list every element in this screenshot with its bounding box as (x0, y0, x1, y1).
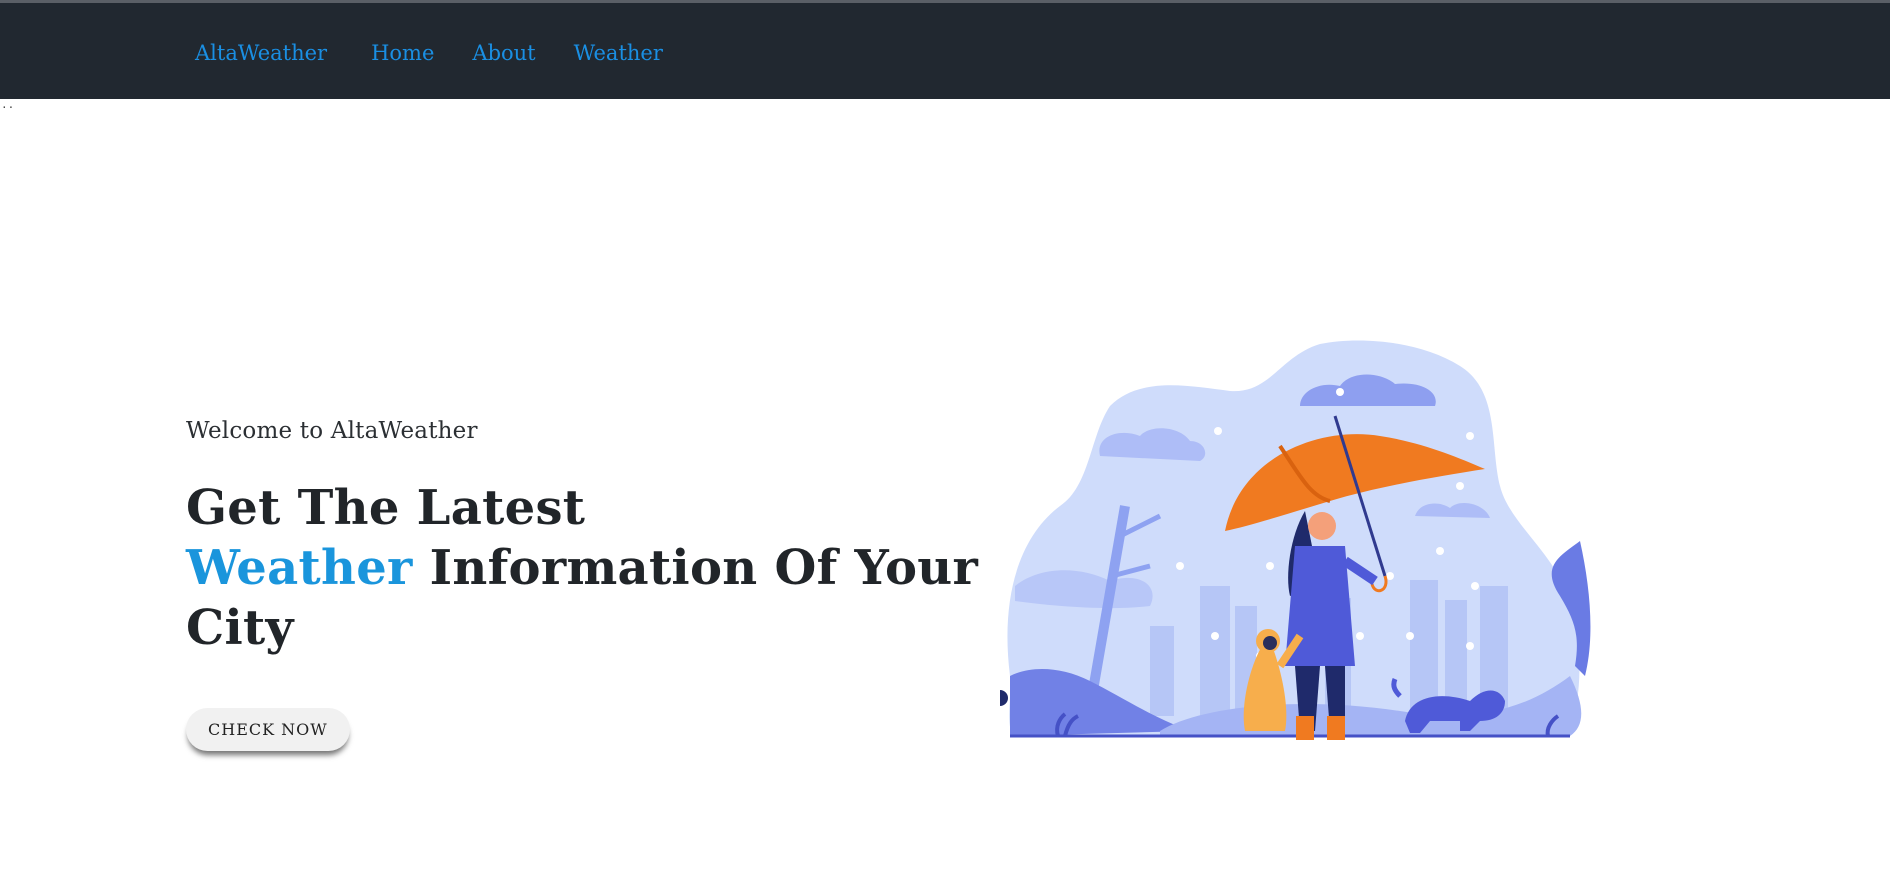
top-navbar: AltaWeather Home About Weather (0, 0, 1890, 99)
hero-section: Welcome to AltaWeather Get The Latest We… (186, 418, 986, 751)
welcome-text: Welcome to AltaWeather (186, 418, 478, 444)
brand-link[interactable]: AltaWeather (195, 41, 327, 65)
nav-link-weather[interactable]: Weather (574, 41, 663, 65)
nav-link-home[interactable]: Home (371, 41, 434, 65)
main-nav: AltaWeather Home About Weather (195, 3, 701, 102)
stray-text: .. (1, 98, 15, 111)
headline-line1: Get The Latest (186, 480, 586, 536)
nav-link-about[interactable]: About (472, 41, 535, 65)
check-now-button[interactable]: CHECK NOW (186, 708, 350, 751)
hero-headline: Get The Latest Weather Information Of Yo… (186, 478, 986, 658)
rain-umbrella-family-illustration (1000, 340, 1591, 740)
headline-accent: Weather (186, 540, 413, 596)
